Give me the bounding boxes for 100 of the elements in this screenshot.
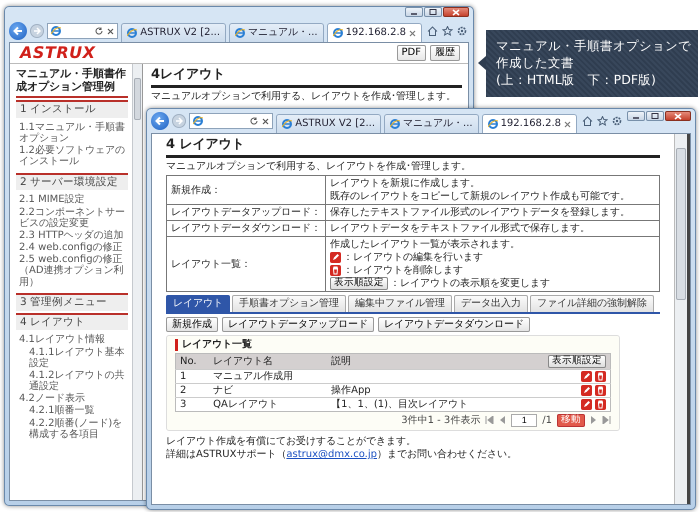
tab-title: 192.168.2.8 (346, 27, 406, 39)
tab[interactable]: ファイル詳細の強制解除 (530, 295, 654, 312)
nav-link[interactable]: 2.5 web.configの修正（AD連携オプション利用） (19, 254, 128, 288)
scrollbar[interactable] (132, 64, 143, 500)
refresh-icon[interactable] (95, 27, 104, 35)
table-cell: 1 (176, 369, 210, 384)
close-icon[interactable] (409, 30, 416, 36)
address-bar[interactable] (189, 113, 274, 129)
sort-order-button[interactable]: 表示順設定 (330, 277, 388, 290)
refresh-icon[interactable] (250, 117, 258, 125)
star-icon[interactable] (597, 116, 608, 126)
delete-button[interactable] (595, 398, 606, 410)
back-button[interactable] (9, 22, 27, 40)
description-text: ：レイアウトの編集を行います (343, 252, 483, 264)
intro-text: マニュアルオプションで利用する、レイアウトを作成･管理します。 (166, 160, 472, 172)
nav-link[interactable]: 4.1レイアウト情報 (19, 334, 128, 346)
first-page-icon[interactable] (485, 416, 494, 424)
browser-logo-icon (282, 119, 292, 129)
column-header: レイアウト名 (209, 353, 328, 370)
nav-link[interactable]: 4.2.1順番一覧 (29, 405, 128, 417)
tab-title: マニュアル・... (248, 27, 318, 39)
browser-tab[interactable]: マニュアル・... (384, 114, 479, 133)
delete-button[interactable] (595, 370, 606, 382)
next-page-icon[interactable] (590, 416, 597, 424)
contact-note: 詳細はASTRUXサポート（astrux@dmx.co.jp）までお問い合わせください。 (166, 449, 518, 461)
settings-icon[interactable] (457, 26, 467, 36)
term-cell: レイアウト一覧： (166, 236, 326, 292)
edit-button[interactable] (581, 398, 592, 410)
section-header[interactable]: 1 インストール (16, 100, 128, 118)
nav-link[interactable]: 2.3 HTTPヘッダの追加 (19, 230, 128, 242)
go-button[interactable]: 移動 (557, 414, 585, 427)
nav-link[interactable]: 1.2必要ソフトウェアのインストール (19, 145, 128, 168)
scrollbar[interactable] (674, 134, 690, 504)
panel-title: レイアウト一覧 (175, 339, 611, 351)
browser-logo-icon (488, 119, 498, 129)
action-button[interactable]: レイアウトデータダウンロード (378, 316, 530, 332)
section-header[interactable]: 4 レイアウト (16, 312, 128, 330)
description-text: 保存したテキストファイル形式のレイアウトデータを登録します。 (330, 207, 630, 219)
browser-tab[interactable]: マニュアル・... (229, 23, 324, 42)
browser-tab[interactable]: 192.168.2.8 (326, 23, 422, 42)
back-button[interactable] (151, 112, 169, 130)
tab[interactable]: レイアウト (166, 295, 230, 312)
page-total: /1 (542, 414, 552, 426)
description-text: 作成したレイアウト一覧が表示されます。 (330, 239, 520, 251)
close-icon[interactable] (107, 28, 114, 34)
close-button[interactable] (665, 111, 691, 121)
tab[interactable]: 編集中ファイル管理 (348, 295, 452, 312)
description-text: ：レイアウトを削除します (343, 265, 463, 277)
callout: マニュアル・手順書オプションで 作成した文書 (上：HTML版 下：PDF版) (486, 30, 698, 97)
minimize-button[interactable] (405, 7, 423, 17)
nav-link[interactable]: 2.2コンポーネントサービスの設定変更 (19, 206, 128, 229)
email-link[interactable]: astrux@dmx.co.jp (286, 449, 377, 460)
sort-order-button[interactable]: 表示順設定 (548, 354, 606, 368)
nav-link[interactable]: 2.1 MIME設定 (19, 194, 128, 206)
minimize-button[interactable] (627, 111, 645, 121)
edit-button[interactable] (581, 370, 592, 382)
previous-page-icon[interactable] (499, 416, 506, 424)
tab[interactable]: 手順書オプション管理 (232, 295, 346, 312)
maximize-button[interactable] (646, 111, 664, 121)
page-field[interactable]: 1 (511, 414, 538, 427)
browser-tab[interactable]: 192.168.2.8 (482, 114, 577, 133)
tab-title: ASTRUX V2 [2... (140, 27, 220, 39)
star-icon[interactable] (442, 26, 453, 36)
nav-link[interactable]: 4.1.2レイアウトの共通設定 (29, 370, 128, 392)
tab-title: マニュアル・... (403, 118, 473, 130)
term-cell: レイアウトデータダウンロード： (166, 220, 326, 237)
browser-tab[interactable]: ASTRUX V2 [2... (276, 114, 382, 133)
table-cell: QAレイアウト (209, 397, 328, 412)
close-icon[interactable] (564, 120, 571, 128)
last-page-icon[interactable] (602, 416, 611, 424)
sidebar-title: マニュアル・手順書作成オプション管理例 (16, 66, 128, 98)
header-button[interactable]: 履歴 (430, 44, 460, 61)
action-button[interactable]: 新規作成 (166, 316, 218, 332)
nav-link[interactable]: 4.2ノード表示 (19, 393, 128, 404)
nav-link[interactable]: 4.2.2順番(ノード)を構成する各項目 (29, 418, 128, 440)
delete-button[interactable] (595, 384, 606, 396)
nav-link[interactable]: 1.1マニュアル・手順書オプション (19, 122, 128, 144)
section-header[interactable]: 3 管理例メニュー (16, 292, 128, 311)
close-icon[interactable] (262, 118, 270, 124)
home-icon[interactable] (582, 116, 593, 126)
section-header[interactable]: 2 サーバー環境設定 (16, 172, 128, 190)
settings-icon[interactable] (612, 116, 622, 126)
left-arrow-icon (13, 26, 23, 36)
browser-logo-icon (390, 119, 400, 129)
edit-button[interactable] (581, 384, 592, 396)
action-button[interactable]: レイアウトデータアップロード (222, 316, 374, 332)
nav-link[interactable]: 4.1.1レイアウト基本設定 (29, 346, 128, 369)
home-icon[interactable] (427, 26, 438, 36)
description-text: 既存のレイアウトをコピーして新規のレイアウト作成も可能です。 (330, 191, 630, 203)
right-arrow-icon (175, 117, 183, 125)
nav-link[interactable]: 2.4 web.configの修正 (19, 242, 128, 254)
browser-tab[interactable]: ASTRUX V2 [2... (121, 23, 226, 42)
header-button[interactable]: PDF (396, 44, 426, 61)
tab[interactable]: データ出入力 (454, 295, 528, 312)
browser-logo-icon (193, 116, 203, 126)
right-arrow-icon (33, 27, 41, 35)
address-bar[interactable] (47, 23, 118, 39)
callout-pointer (478, 56, 486, 70)
maximize-button[interactable] (424, 7, 442, 17)
close-button[interactable] (443, 7, 469, 17)
